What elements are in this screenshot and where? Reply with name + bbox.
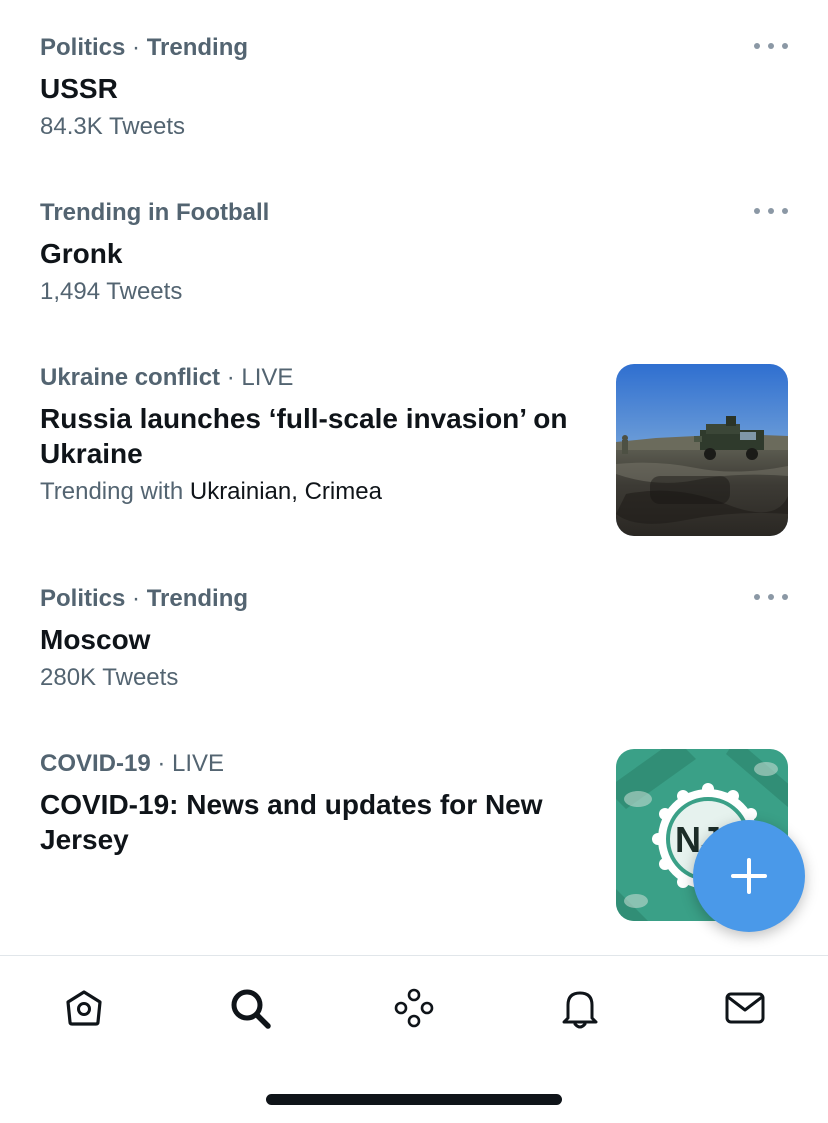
more-options-button[interactable] [754, 200, 788, 222]
trending-with: Trending with Ukrainian, Crimea [40, 477, 568, 507]
trend-context: Ukraine conflict · LIVE [40, 363, 568, 393]
search-icon [231, 989, 271, 1029]
trend-separator: · [125, 34, 147, 61]
trend-category: Politics [40, 34, 126, 61]
more-horizontal-icon [782, 594, 788, 600]
trending-with-prefix: Trending with [40, 478, 190, 505]
trend-category: COVID-19 [40, 750, 151, 777]
more-options-button[interactable] [754, 586, 788, 608]
trend-category: Trending in Football [40, 199, 270, 226]
live-label: LIVE [241, 364, 294, 391]
trend-tweet-count: 1,494 Tweets [40, 278, 183, 305]
event-thumbnail[interactable] [616, 364, 788, 536]
trend-category: Ukraine conflict [40, 364, 221, 391]
more-horizontal-icon [768, 43, 774, 49]
tab-home[interactable] [56, 980, 112, 1036]
bell-icon [562, 991, 598, 1029]
trend-title: USSR [40, 73, 118, 104]
tab-search[interactable] [222, 980, 278, 1036]
more-horizontal-icon [768, 594, 774, 600]
compose-tweet-button[interactable] [693, 820, 805, 932]
trend-title: Russia launches ‘full-scale invasion’ on… [40, 403, 568, 469]
trend-context: Politics · Trending [40, 584, 788, 614]
trend-separator: · [125, 585, 147, 612]
trend-title: Moscow [40, 624, 151, 655]
trend-separator: · [150, 750, 173, 777]
trend-context: COVID-19 · LIVE [40, 749, 568, 779]
trend-title: COVID-19: News and updates for New Jerse… [40, 789, 543, 855]
more-horizontal-icon [768, 208, 774, 214]
trend-tweet-count: 280K Tweets [40, 664, 179, 691]
more-horizontal-icon [782, 43, 788, 49]
trend-qualifier: Trending [146, 585, 249, 612]
trend-qualifier: Trending [146, 34, 249, 61]
armored-vehicle-photo [616, 364, 788, 536]
trend-item-event[interactable]: COVID-19 · LIVE COVID-19: News and updat… [40, 749, 568, 857]
plus-icon [731, 858, 767, 894]
more-options-button[interactable] [754, 35, 788, 57]
tab-notifications[interactable] [552, 980, 608, 1036]
trend-item[interactable]: Politics · Trending USSR 84.3K Tweets [40, 33, 788, 142]
trend-item[interactable]: Politics · Trending Moscow 280K Tweets [40, 584, 788, 693]
trend-tweet-count: 84.3K Tweets [40, 113, 185, 140]
more-horizontal-icon [754, 594, 760, 600]
mail-icon [725, 992, 765, 1024]
tab-spaces[interactable] [386, 980, 442, 1036]
more-horizontal-icon [754, 208, 760, 214]
trend-item-event[interactable]: Ukraine conflict · LIVE Russia launches … [40, 363, 568, 507]
spaces-icon [394, 988, 434, 1028]
tab-messages[interactable] [717, 980, 773, 1036]
live-label: LIVE [172, 750, 225, 777]
trend-separator: · [220, 364, 242, 391]
trending-with-terms: Ukrainian, Crimea [189, 478, 382, 505]
trend-context: Politics · Trending [40, 33, 788, 63]
home-icon [66, 990, 102, 1026]
more-horizontal-icon [782, 208, 788, 214]
more-horizontal-icon [754, 43, 760, 49]
trend-context: Trending in Football [40, 198, 788, 228]
trend-item[interactable]: Trending in Football Gronk 1,494 Tweets [40, 198, 788, 307]
home-indicator [266, 1094, 562, 1105]
trend-title: Gronk [40, 238, 123, 269]
trend-category: Politics [40, 585, 126, 612]
